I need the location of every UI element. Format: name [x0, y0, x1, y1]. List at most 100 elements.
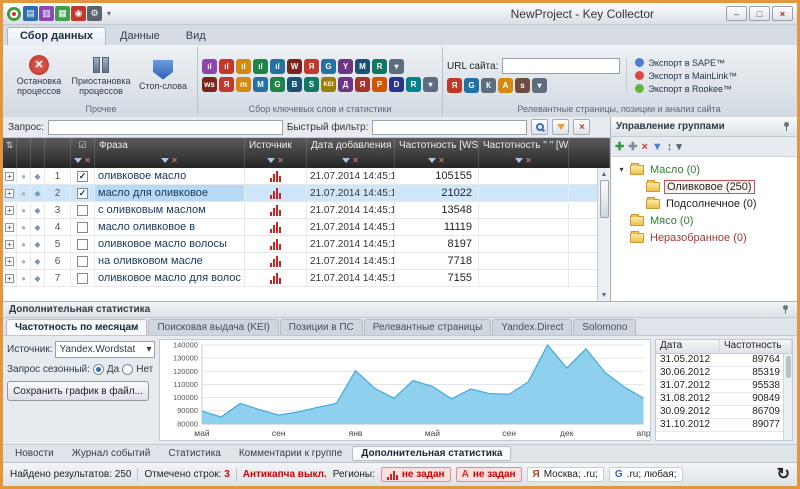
phrase-cell[interactable]: оливковое масло волосы — [95, 236, 245, 252]
note-icon[interactable]: ● — [21, 223, 26, 232]
stats-tab-4[interactable]: Yandex.Direct — [492, 319, 572, 335]
seasonal-yes-radio[interactable] — [93, 364, 104, 375]
stats-tab-2[interactable]: Позиции в ПС — [280, 319, 363, 335]
service-icon[interactable]: ıl — [202, 59, 217, 74]
ribbon-button-0[interactable]: ✕Остановка процессов — [9, 53, 69, 99]
service-icon[interactable]: G — [270, 77, 285, 92]
ribbon-button-2[interactable]: Стоп-слова — [133, 58, 193, 94]
export-button-2[interactable]: Экспорт в Rookee™ — [635, 84, 737, 94]
stats-icon[interactable]: ▥ — [39, 6, 54, 21]
column-header-phrase[interactable]: Фраза — [95, 138, 245, 153]
wordstat-region-badge[interactable]: не задан — [381, 467, 451, 482]
tree-node[interactable]: Подсолнечное (0) — [613, 195, 795, 212]
shield-icon[interactable]: ◆ — [34, 240, 40, 249]
phrase-cell[interactable]: масло для оливковое — [95, 185, 245, 201]
delete-group-icon[interactable]: × — [641, 141, 647, 153]
sort-icon[interactable]: ⇅ — [3, 138, 17, 153]
filter-funnel-icon[interactable] — [515, 158, 523, 163]
row-checkbox[interactable]: ✓ — [77, 171, 88, 182]
note-icon[interactable]: ● — [21, 172, 26, 181]
bottom-tab-2[interactable]: Статистика — [160, 447, 229, 460]
stats-tab-1[interactable]: Поисковая выдача (KEI) — [148, 319, 278, 335]
service-icon[interactable]: KEI — [321, 77, 336, 92]
service-icon[interactable]: Я — [219, 77, 234, 92]
phrase-cell[interactable]: на оливковом масле — [95, 253, 245, 269]
column-header-source[interactable]: Источник — [245, 138, 307, 153]
quick-filter-input[interactable] — [372, 120, 527, 135]
filter-funnel-icon[interactable] — [428, 158, 436, 163]
service-icon[interactable]: D — [389, 77, 404, 92]
filter-clear-icon[interactable]: ✕ — [84, 156, 91, 165]
settings-icon[interactable]: ⚙ — [87, 6, 102, 21]
filter-funnel-icon[interactable] — [342, 158, 350, 163]
bottom-tab-3[interactable]: Комментарии к группе — [231, 447, 350, 460]
service-icon[interactable]: R — [406, 77, 421, 92]
note-icon[interactable]: ● — [21, 206, 26, 215]
google-region-badge[interactable]: G.ru; любая; — [609, 467, 683, 482]
row-checkbox[interactable] — [77, 239, 88, 250]
stats-tab-0[interactable]: Частотность по месяцам — [6, 319, 147, 335]
ribbon-tab-0[interactable]: Сбор данных — [7, 27, 106, 45]
tree-node[interactable]: Мясо (0) — [613, 212, 795, 229]
tree-node[interactable]: Оливковое (250) — [613, 178, 795, 195]
shield-icon[interactable]: ◆ — [34, 274, 40, 283]
service-icon[interactable]: ▾ — [423, 77, 438, 92]
service-icon[interactable]: Я — [355, 77, 370, 92]
chart-icon[interactable]: ▦ — [55, 6, 70, 21]
service-icon[interactable]: P — [372, 77, 387, 92]
filter-funnel-icon[interactable] — [161, 158, 169, 163]
row-checkbox[interactable] — [77, 256, 88, 267]
scroll-up-icon[interactable]: ▲ — [601, 168, 608, 180]
column-header-date[interactable]: Дата добавления — [307, 138, 395, 153]
maximize-button[interactable]: □ — [749, 6, 770, 21]
bottom-tab-4[interactable]: Дополнительная статистика — [352, 446, 511, 461]
yandex-region-badge[interactable]: ЯМосква; .ru; — [527, 467, 604, 482]
stats-tab-5[interactable]: Solomono — [573, 319, 636, 335]
save-icon[interactable]: ▤ — [23, 6, 38, 21]
site-service-icon[interactable]: Я — [447, 78, 462, 93]
qat-menu-icon[interactable]: ▾ — [105, 9, 113, 18]
expand-row-icon[interactable]: + — [5, 172, 14, 181]
mini-table-scrollbar[interactable] — [783, 354, 792, 440]
add-subgroup-icon[interactable]: ✚ — [628, 140, 637, 153]
phrase-cell[interactable]: масло оливковое в — [95, 219, 245, 235]
save-chart-button[interactable]: Сохранить график в файл... — [7, 381, 149, 401]
search-button[interactable] — [531, 119, 548, 135]
table-row[interactable]: +●◆6на оливковом масле21.07.2014 14:45:1… — [3, 253, 610, 270]
vertical-scrollbar[interactable]: ▲ ▼ — [597, 168, 610, 301]
phrase-cell[interactable]: с оливковым маслом — [95, 202, 245, 218]
groups-menu-icon[interactable]: ▾ — [676, 140, 682, 153]
filter-clear-icon[interactable]: ✕ — [525, 156, 532, 165]
row-checkbox[interactable]: ✓ — [77, 188, 88, 199]
target-icon[interactable]: ◉ — [71, 6, 86, 21]
refresh-button[interactable]: ↻ — [777, 467, 790, 483]
table-row[interactable]: +●◆7оливковое масло для волос21.07.2014 … — [3, 270, 610, 287]
site-service-icon[interactable]: ▾ — [532, 78, 547, 93]
service-icon[interactable]: ıl — [253, 59, 268, 74]
site-url-input[interactable] — [502, 58, 620, 74]
pin-icon[interactable] — [780, 304, 791, 315]
service-icon[interactable]: G — [321, 59, 336, 74]
shield-icon[interactable]: ◆ — [34, 189, 40, 198]
shield-icon[interactable]: ◆ — [34, 206, 40, 215]
service-icon[interactable]: ıl — [236, 59, 251, 74]
table-row[interactable]: +●◆3с оливковым маслом21.07.2014 14:45:1… — [3, 202, 610, 219]
export-button-0[interactable]: Экспорт в SAPE™ — [635, 58, 737, 68]
expand-row-icon[interactable]: + — [5, 189, 14, 198]
table-row[interactable]: +●◆5оливковое масло волосы21.07.2014 14:… — [3, 236, 610, 253]
tree-node[interactable]: Неразобранное (0) — [613, 229, 795, 246]
bottom-tab-1[interactable]: Журнал событий — [64, 447, 159, 460]
phrase-cell[interactable]: оливковое масло для волос — [95, 270, 245, 286]
filter-clear-icon[interactable]: ✕ — [171, 156, 178, 165]
seasonal-no-radio[interactable] — [122, 364, 133, 375]
expand-row-icon[interactable]: + — [5, 274, 14, 283]
apply-filter-button[interactable] — [552, 119, 569, 135]
service-icon[interactable]: Я — [304, 59, 319, 74]
row-checkbox[interactable] — [77, 222, 88, 233]
direct-region-badge[interactable]: Ане задан — [456, 467, 522, 482]
pin-icon[interactable] — [781, 121, 792, 132]
shield-icon[interactable]: ◆ — [34, 257, 40, 266]
add-group-icon[interactable]: ✚ — [615, 140, 624, 153]
note-icon[interactable]: ● — [21, 257, 26, 266]
service-icon[interactable]: W — [287, 59, 302, 74]
